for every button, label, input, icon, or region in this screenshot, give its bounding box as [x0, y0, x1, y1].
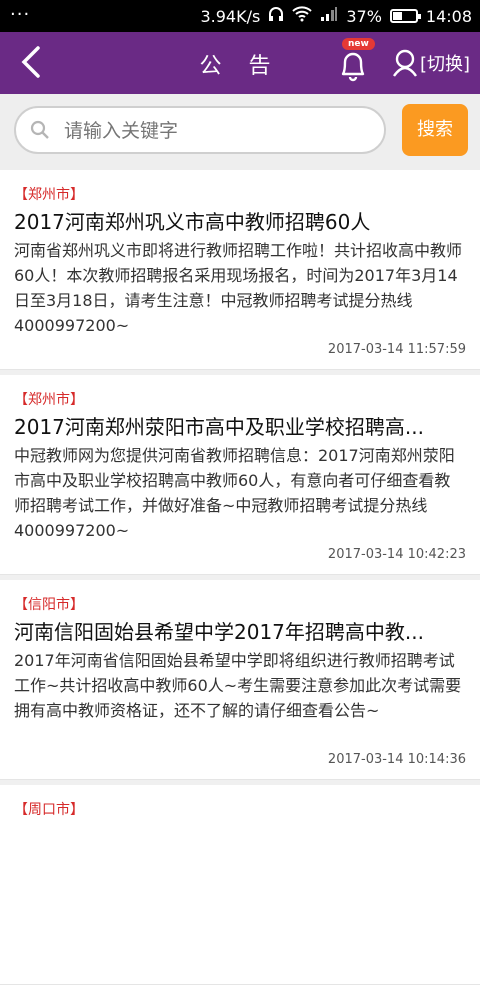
status-bar: ··· 3.94K/s 37% 14:08 [0, 0, 480, 32]
notice-item[interactable]: 【信阳市】 河南信阳固始县希望中学2017年招聘高中教... 2017年河南省信… [0, 580, 480, 780]
notice-title: 河南信阳固始县希望中学2017年招聘高中教... [14, 620, 424, 644]
notice-date: 2017-03-14 10:42:23 [327, 547, 466, 562]
search-icon [30, 120, 50, 144]
notice-date: 2017-03-14 10:14:36 [327, 752, 466, 767]
clock: 14:08 [425, 6, 472, 26]
switch-label: [切换] [419, 54, 470, 75]
status-right: 3.94K/s 37% 14:08 [200, 6, 472, 26]
wifi-icon [292, 6, 313, 26]
new-badge: new [342, 38, 375, 50]
location-icon [392, 49, 417, 77]
notice-date: 2017-03-14 11:57:59 [327, 342, 466, 357]
notice-item[interactable]: 【郑州市】 2017河南郑州荥阳市高中及职业学校招聘高... 中冠教师网为您提供… [0, 375, 480, 575]
signal-icon [320, 6, 338, 26]
notice-city: 【郑州市】 [14, 187, 84, 203]
switch-button[interactable]: [切换] [392, 48, 470, 78]
network-speed: 3.94K/s [200, 6, 261, 26]
notice-list: 【郑州市】 2017河南郑州巩义市高中教师招聘60人 河南省郑州巩义市即将进行教… [0, 170, 480, 985]
status-dots: ··· [10, 4, 31, 25]
notice-summary: 河南省郑州巩义市即将进行教师招聘工作啦！共计招收高中教师60人！本次教师招聘报名… [14, 241, 463, 335]
app-header: 公 告 new [切换] [0, 32, 480, 94]
headphones-icon [268, 6, 284, 26]
search-button[interactable]: 搜索 [402, 104, 468, 156]
notice-city: 【周口市】 [14, 802, 84, 818]
search-bar: 搜索 [0, 94, 480, 170]
notice-city: 【信阳市】 [14, 597, 84, 613]
battery-icon [389, 9, 421, 23]
notice-summary: 2017年河南省信阳固始县希望中学即将组织进行教师招聘考试工作~共计招收高中教师… [14, 651, 462, 720]
battery-percent: 37% [346, 6, 382, 26]
notification-button[interactable] [336, 44, 370, 84]
notice-title: 2017河南郑州荥阳市高中及职业学校招聘高... [14, 415, 424, 439]
bell-icon [341, 52, 365, 82]
notice-summary: 中冠教师网为您提供河南省教师招聘信息：2017河南郑州荥阳市高中及职业学校招聘高… [14, 446, 455, 540]
search-box[interactable] [14, 106, 386, 154]
notice-title: 2017河南郑州巩义市高中教师招聘60人 [14, 210, 371, 234]
notice-city: 【郑州市】 [14, 392, 84, 408]
notice-item[interactable]: 【郑州市】 2017河南郑州巩义市高中教师招聘60人 河南省郑州巩义市即将进行教… [0, 170, 480, 370]
notice-item[interactable]: 【周口市】 [0, 785, 480, 985]
search-input[interactable] [62, 116, 366, 146]
